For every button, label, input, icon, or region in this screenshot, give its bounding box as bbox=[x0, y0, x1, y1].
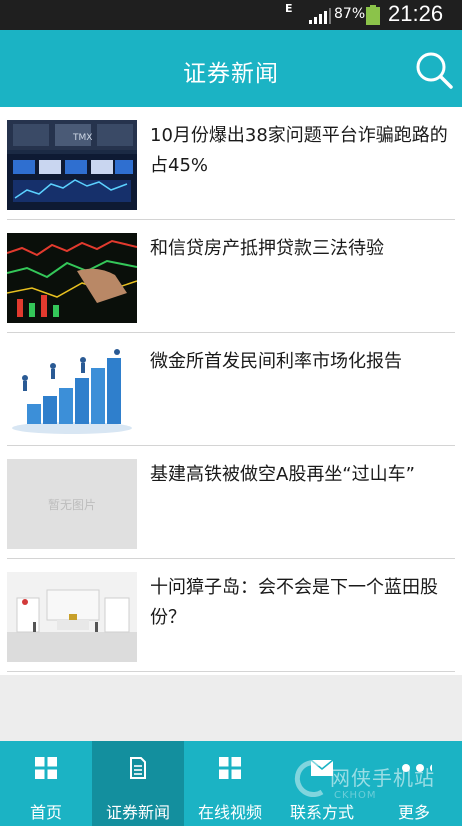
news-thumbnail-placeholder: 暂无图片 bbox=[7, 459, 137, 549]
news-headline: 微金所首发民间利率市场化报告 bbox=[150, 351, 402, 372]
clock: 21:26 bbox=[388, 1, 444, 26]
tab-label: 在线视频 bbox=[197, 803, 262, 822]
watermark-text: 网侠手机站 bbox=[330, 766, 435, 790]
document-icon bbox=[130, 757, 146, 779]
news-thumbnail: TMX bbox=[7, 120, 137, 210]
news-thumbnail bbox=[7, 233, 137, 323]
tab-home[interactable]: 首页 bbox=[0, 741, 92, 826]
grid-icon bbox=[35, 757, 57, 779]
network-type: E bbox=[285, 2, 293, 15]
news-headline: 10月份爆出38家问题平台诈骗跑路的占45% bbox=[150, 125, 448, 176]
news-headline: 基建高铁被做空A股再坐“过山车” bbox=[150, 464, 415, 485]
grid-icon bbox=[219, 757, 241, 779]
news-item[interactable]: 和信贷房产抵押贷款三法待验 bbox=[7, 220, 455, 333]
tab-securities-news[interactable]: 证券新闻 bbox=[92, 741, 184, 826]
news-list: TMX 10月份爆出38家问题平台诈骗跑路的占45% 和信贷房产抵押贷款三法待验 bbox=[0, 107, 462, 675]
tab-label: 首页 bbox=[29, 803, 62, 822]
battery-percent: 87% bbox=[334, 6, 366, 22]
news-item[interactable]: 暂无图片 基建高铁被做空A股再坐“过山车” bbox=[7, 446, 455, 559]
news-item[interactable]: 十问獐子岛：会不会是下一个蓝田股份？ bbox=[7, 559, 455, 672]
watermark: 网侠手机站 CKHOM bbox=[294, 754, 462, 824]
news-headline: 和信贷房产抵押贷款三法待验 bbox=[150, 238, 384, 259]
news-thumbnail bbox=[7, 346, 137, 436]
tab-label: 证券新闻 bbox=[105, 803, 170, 822]
news-headline: 十问獐子岛：会不会是下一个蓝田股份？ bbox=[150, 577, 438, 628]
app-header: 证券新闻 bbox=[0, 30, 462, 107]
status-bar: E 87% 21:26 bbox=[0, 0, 462, 30]
search-icon[interactable] bbox=[414, 50, 454, 90]
news-thumbnail bbox=[7, 572, 137, 662]
signal-icon bbox=[309, 8, 331, 24]
page-title: 证券新闻 bbox=[183, 61, 279, 87]
tab-online-video[interactable]: 在线视频 bbox=[184, 741, 276, 826]
watermark-logo-icon bbox=[294, 760, 324, 798]
watermark-subtext: CKHOM bbox=[334, 790, 377, 801]
news-item[interactable]: 微金所首发民间利率市场化报告 bbox=[7, 333, 455, 446]
svg-text:TMX: TMX bbox=[72, 133, 92, 143]
news-item[interactable]: TMX 10月份爆出38家问题平台诈骗跑路的占45% bbox=[7, 107, 455, 220]
battery-icon bbox=[366, 5, 380, 25]
